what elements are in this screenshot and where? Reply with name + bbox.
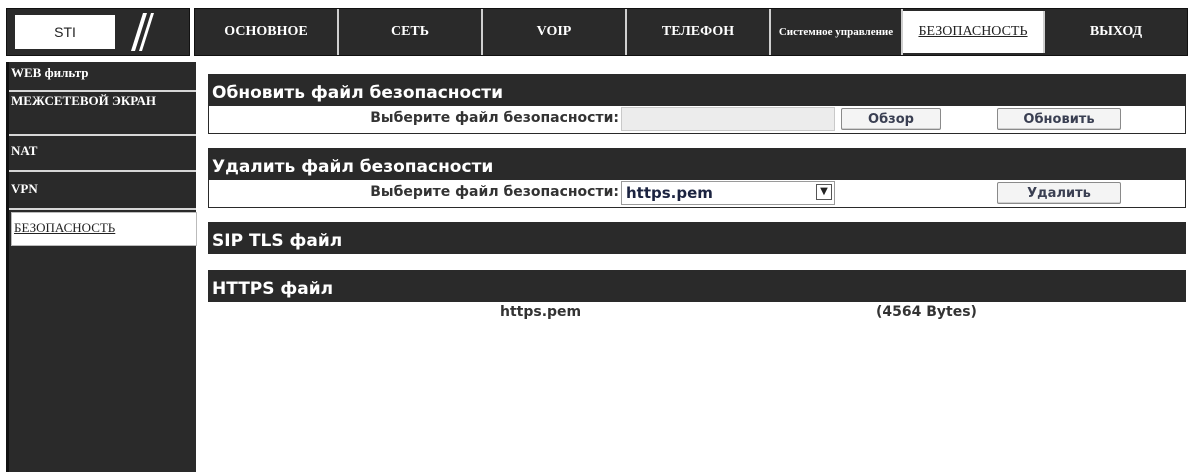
logo: STI	[15, 15, 115, 49]
delete-section: Удалить файл безопасности Выберите файл …	[208, 148, 1186, 208]
sip-tls-section-title: SIP TLS файл	[208, 222, 1186, 254]
tab-system-management[interactable]: Системное управление	[771, 9, 903, 55]
https-file-size: (4564 Bytes)	[876, 304, 977, 320]
delete-file-selected-value: https.pem	[626, 184, 713, 202]
https-section-title: HTTPS файл	[208, 270, 1186, 302]
sidebar-item-security[interactable]: БЕЗОПАСНОСТЬ	[11, 212, 197, 246]
update-file-label: Выберите файл безопасности:	[370, 110, 619, 126]
chevron-down-icon[interactable]: ▼	[816, 184, 832, 200]
sidebar: WEB фильтр МЕЖСЕТЕВОЙ ЭКРАН NAT VPN БЕЗО…	[6, 62, 197, 472]
browse-button[interactable]: Обзор	[841, 108, 941, 130]
update-section: Обновить файл безопасности Выберите файл…	[208, 74, 1186, 134]
delete-form-row: Выберите файл безопасности: https.pem ▼ …	[208, 180, 1186, 208]
https-section: HTTPS файл https.pem (4564 Bytes)	[208, 270, 1186, 326]
sidebar-item-firewall[interactable]: МЕЖСЕТЕВОЙ ЭКРАН	[9, 92, 196, 136]
delete-file-label: Выберите файл безопасности:	[370, 184, 619, 200]
update-form-row: Выберите файл безопасности: Обзор Обнови…	[208, 106, 1186, 134]
tab-voip[interactable]: VOIP	[483, 9, 627, 55]
logo-slash-icon	[131, 13, 154, 51]
https-file-name: https.pem	[500, 304, 582, 320]
delete-section-title: Удалить файл безопасности	[208, 148, 1186, 180]
tab-security[interactable]: БЕЗОПАСНОСТЬ	[903, 11, 1045, 53]
top-nav-tabs: ОСНОВНОЕ СЕТЬ VOIP ТЕЛЕФОН Системное упр…	[194, 8, 1188, 56]
https-file-info: https.pem (4564 Bytes)	[208, 302, 1186, 326]
delete-file-select[interactable]: https.pem ▼	[621, 181, 835, 205]
logo-text: STI	[54, 24, 76, 40]
update-section-title: Обновить файл безопасности	[208, 74, 1186, 106]
tab-main[interactable]: ОСНОВНОЕ	[195, 9, 339, 55]
header: STI ОСНОВНОЕ СЕТЬ VOIP ТЕЛЕФОН Системное…	[0, 0, 1192, 62]
sip-tls-section: SIP TLS файл	[208, 222, 1186, 254]
tab-phone[interactable]: ТЕЛЕФОН	[627, 9, 771, 55]
update-file-input[interactable]	[621, 107, 835, 131]
tab-network[interactable]: СЕТЬ	[339, 9, 483, 55]
main-content: Обновить файл безопасности Выберите файл…	[208, 62, 1186, 326]
logo-area: STI	[6, 8, 190, 56]
sidebar-item-vpn[interactable]: VPN	[9, 172, 196, 210]
tab-logout[interactable]: ВЫХОД	[1045, 9, 1187, 55]
sidebar-item-nat[interactable]: NAT	[9, 136, 196, 172]
update-button[interactable]: Обновить	[997, 108, 1121, 130]
sidebar-item-web-filter[interactable]: WEB фильтр	[9, 62, 196, 92]
delete-button[interactable]: Удалить	[997, 182, 1121, 204]
